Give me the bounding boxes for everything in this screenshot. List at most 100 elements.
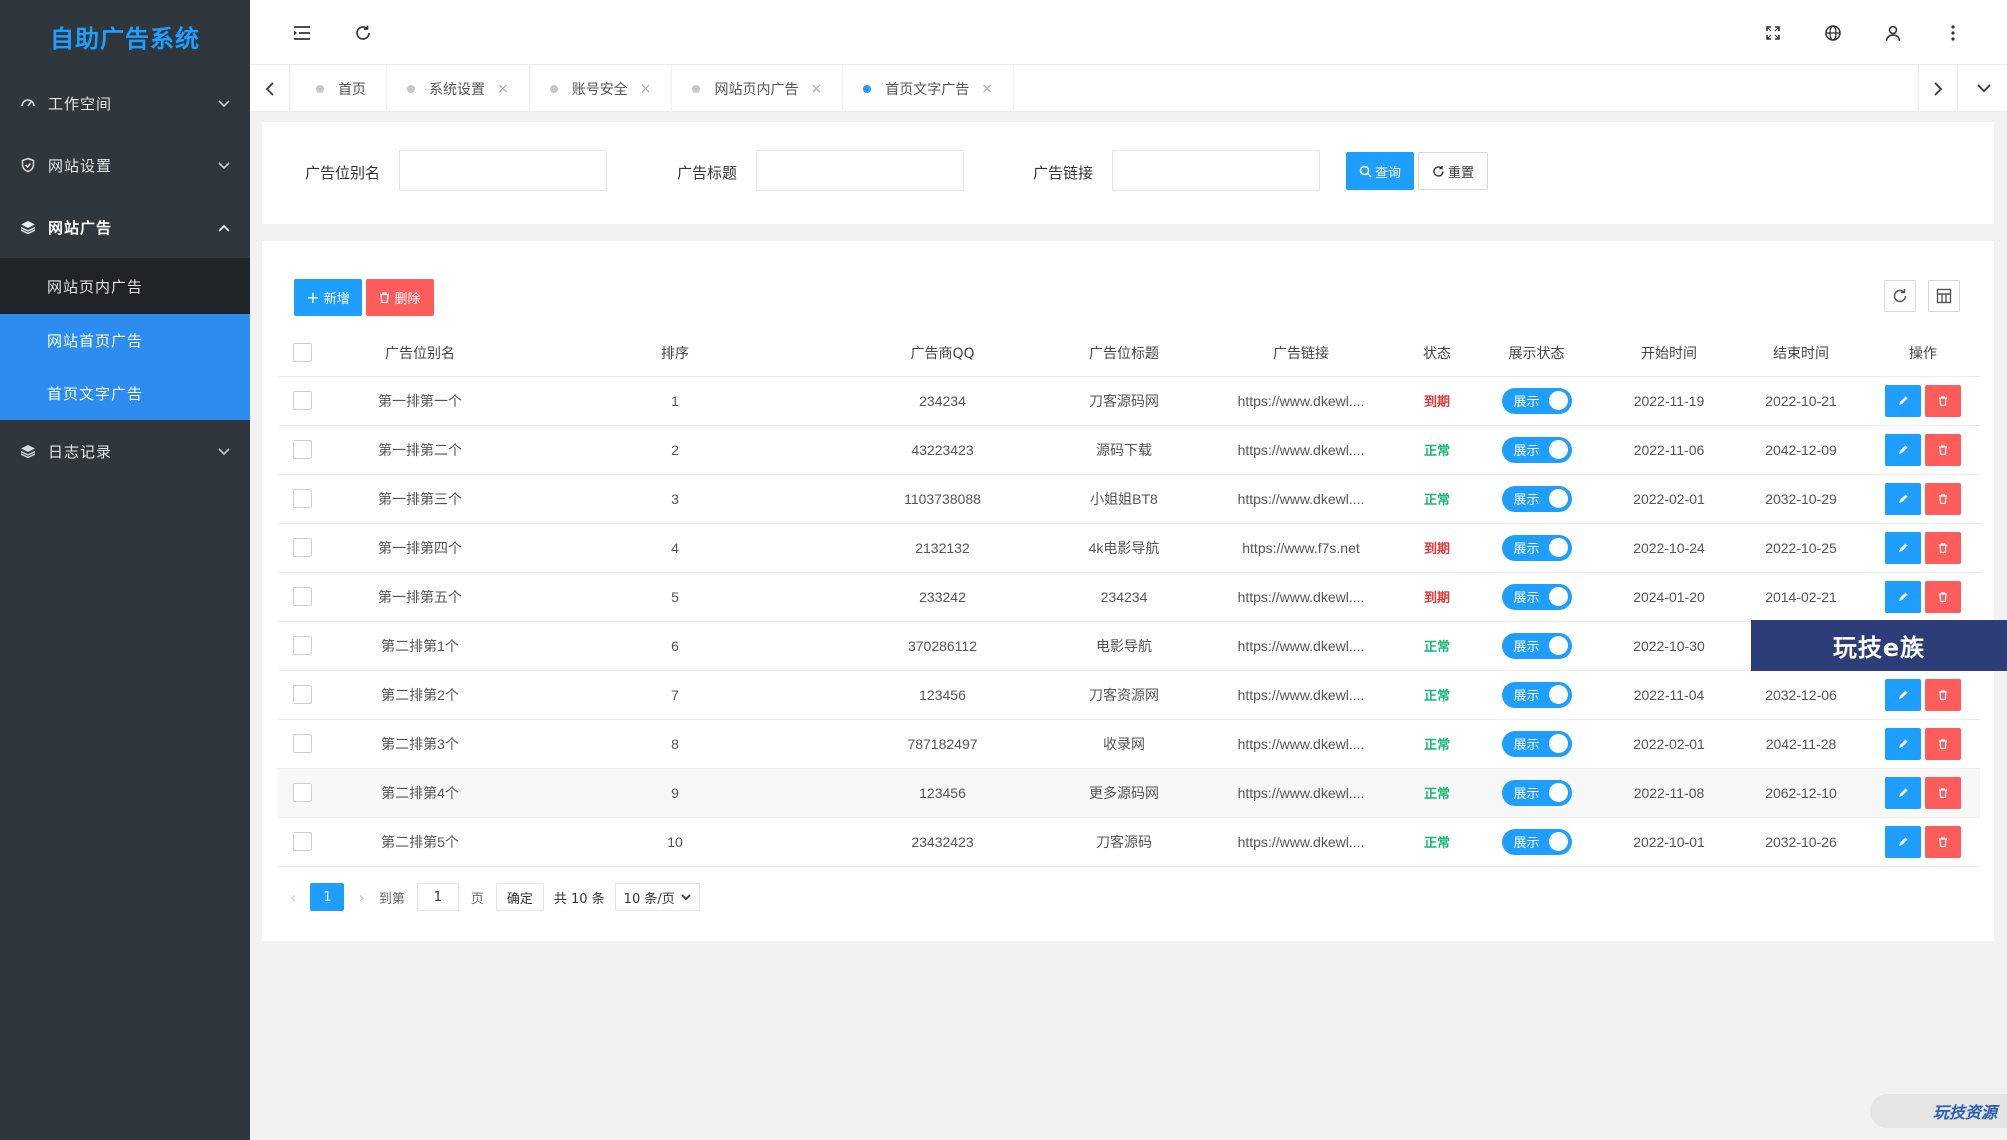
close-icon[interactable]: × (497, 81, 509, 97)
edit-button[interactable] (1885, 580, 1921, 613)
alias-input[interactable] (399, 150, 607, 191)
table-cell: 2022-10-30 (1602, 621, 1736, 671)
delete-button[interactable]: 删除 (366, 279, 434, 316)
tabs-scroll-left-icon[interactable] (250, 65, 290, 112)
delete-row-button[interactable] (1925, 384, 1961, 417)
fullscreen-icon[interactable] (1743, 0, 1803, 65)
delete-row-button[interactable] (1925, 580, 1961, 613)
sidebar-sub-item-inpage-ads[interactable]: 网站页内广告 (0, 258, 250, 314)
delete-row-button[interactable] (1925, 482, 1961, 515)
display-toggle[interactable]: 展示 (1501, 730, 1572, 757)
refresh-icon[interactable] (333, 0, 393, 65)
delete-row-button[interactable] (1925, 776, 1961, 809)
edit-button[interactable] (1885, 825, 1921, 858)
delete-row-button[interactable] (1925, 531, 1961, 564)
tab-system-settings[interactable]: 系统设置 × (387, 65, 530, 112)
table-cell: 2022-11-06 (1602, 425, 1736, 475)
add-label: 新增 (323, 292, 350, 307)
table-row: 第二排第2个 7 123456 刀客资源网 https://www.dkewl.... 正… (278, 670, 1980, 720)
current-page[interactable]: 1 (310, 883, 345, 911)
display-toggle[interactable]: 展示 (1501, 828, 1572, 855)
query-button[interactable]: 查询 (1346, 152, 1414, 190)
tab-account-security[interactable]: 账号安全 × (530, 65, 673, 112)
select-all-checkbox[interactable] (292, 343, 312, 363)
display-status-cell: 展示 (1471, 474, 1602, 524)
delete-row-button[interactable] (1925, 678, 1961, 711)
row-checkbox[interactable] (292, 685, 312, 704)
prev-page-icon[interactable]: ‹ (290, 888, 296, 907)
close-icon[interactable]: × (981, 81, 993, 97)
tabs-dropdown-icon[interactable] (1960, 65, 2007, 112)
table-cell: 7 (514, 670, 836, 720)
row-checkbox[interactable] (292, 783, 312, 802)
edit-button[interactable] (1885, 531, 1921, 564)
tab-home[interactable]: 首页 (296, 65, 387, 112)
row-select-cell (278, 719, 326, 769)
sidebar-item-workspace[interactable]: 工作空间 (0, 72, 250, 134)
row-checkbox[interactable] (292, 636, 312, 655)
display-toggle[interactable]: 展示 (1501, 485, 1572, 512)
goto-page-input[interactable]: 1 (416, 883, 459, 911)
sidebar-item-site-settings[interactable]: 网站设置 (0, 134, 250, 196)
toggle-label: 展示 (1513, 395, 1540, 410)
edit-button[interactable] (1885, 384, 1921, 417)
row-checkbox[interactable] (292, 587, 312, 606)
display-toggle[interactable]: 展示 (1501, 387, 1572, 414)
delete-row-button[interactable] (1925, 433, 1961, 466)
row-checkbox[interactable] (292, 832, 312, 851)
sidebar-sub-item-home-ads[interactable]: 网站首页广告 (0, 314, 250, 367)
goto-confirm-button[interactable]: 确定 (495, 883, 544, 911)
delete-row-button[interactable] (1925, 727, 1961, 760)
tab-home-text-ads[interactable]: 首页文字广告 × (843, 65, 1014, 112)
table-refresh-icon[interactable] (1884, 280, 1916, 312)
sidebar-item-logs[interactable]: 日志记录 (0, 420, 250, 482)
next-page-icon[interactable]: › (358, 888, 364, 907)
display-status-cell: 展示 (1471, 670, 1602, 720)
menu-fold-icon[interactable] (272, 0, 332, 65)
close-icon[interactable]: × (810, 81, 822, 97)
edit-button[interactable] (1885, 482, 1921, 515)
more-vertical-icon[interactable] (1923, 0, 1983, 65)
column-settings-icon[interactable] (1928, 280, 1960, 312)
edit-button[interactable] (1885, 433, 1921, 466)
delete-row-button[interactable] (1925, 825, 1961, 858)
table-cell: 2062-12-10 (1736, 768, 1866, 818)
table-cell: https://www.dkewl.... (1199, 719, 1403, 769)
display-toggle[interactable]: 展示 (1501, 436, 1572, 463)
tabs-scroll-right-icon[interactable] (1918, 65, 1958, 112)
table-header-row: 广告位别名 排序 广告商QQ 广告位标题 广告链接 状态 展示状态 开始时间 结… (278, 330, 1980, 377)
row-checkbox[interactable] (292, 734, 312, 753)
tab-dot (316, 84, 324, 93)
row-checkbox[interactable] (292, 489, 312, 508)
table-cell: 8 (514, 719, 836, 769)
title-input[interactable] (756, 150, 964, 191)
globe-icon[interactable] (1803, 0, 1863, 65)
display-toggle[interactable]: 展示 (1501, 632, 1572, 659)
row-checkbox[interactable] (292, 440, 312, 459)
display-toggle[interactable]: 展示 (1501, 583, 1572, 610)
edit-button[interactable] (1885, 776, 1921, 809)
display-toggle[interactable]: 展示 (1501, 779, 1572, 806)
table-cell: 源码下载 (1049, 425, 1199, 475)
pencil-icon (1885, 385, 1921, 417)
link-input[interactable] (1112, 150, 1320, 191)
table-cell: 第二排第4个 (326, 768, 514, 818)
page-size-select[interactable]: 10 条/页 (614, 883, 700, 911)
close-icon[interactable]: × (640, 81, 652, 97)
edit-button[interactable] (1885, 678, 1921, 711)
display-toggle[interactable]: 展示 (1501, 681, 1572, 708)
actions-cell (1866, 768, 1980, 818)
sidebar-item-site-ads[interactable]: 网站广告 (0, 196, 250, 258)
display-toggle[interactable]: 展示 (1501, 534, 1572, 561)
table-row: 第一排第二个 2 43223423 源码下载 https://www.dkewl....… (278, 425, 1980, 475)
sidebar-sub-item-home-text-ads[interactable]: 首页文字广告 (0, 367, 250, 420)
user-icon[interactable] (1863, 0, 1923, 65)
row-checkbox[interactable] (292, 391, 312, 410)
row-checkbox[interactable] (292, 538, 312, 557)
add-button[interactable]: + 新增 (294, 279, 362, 316)
edit-button[interactable] (1885, 727, 1921, 760)
reset-button[interactable]: 重置 (1418, 152, 1488, 190)
table-cell: 2024-01-20 (1602, 572, 1736, 622)
tab-inpage-ads[interactable]: 网站页内广告 × (672, 65, 844, 112)
table-cell: 234234 (1049, 572, 1199, 622)
